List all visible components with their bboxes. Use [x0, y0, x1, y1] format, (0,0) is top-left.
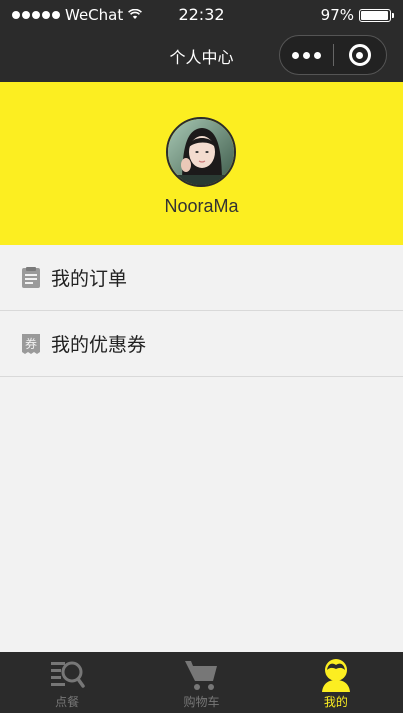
- username: NooraMa: [164, 196, 239, 216]
- tab-bar: 点餐 购物车 我的: [0, 652, 403, 713]
- battery-icon: [359, 8, 394, 22]
- tab-mine[interactable]: 我的: [269, 652, 403, 713]
- avatar-image: [168, 119, 234, 185]
- cart-icon: [185, 661, 218, 690]
- menu-list: 我的订单 券 我的优惠券: [0, 245, 403, 377]
- tab-label: 我的: [323, 695, 348, 709]
- miniprogram-capsule: [279, 35, 387, 75]
- more-dot-icon: [291, 51, 299, 59]
- coupon-badge: 券: [25, 336, 37, 351]
- menu-item-orders[interactable]: 我的订单: [0, 245, 403, 311]
- menu-item-label: 我的订单: [51, 268, 128, 290]
- target-icon: [348, 44, 371, 66]
- menu-search-icon: [51, 661, 85, 688]
- tab-label: 购物车: [183, 695, 220, 709]
- close-miniprogram-button[interactable]: [334, 44, 387, 66]
- status-right: 97%: [320, 6, 394, 24]
- menu-item-label: 我的优惠券: [51, 334, 147, 356]
- battery-percent: 97%: [320, 6, 354, 24]
- tab-label: 点餐: [55, 695, 80, 709]
- nav-bar: 个人中心: [0, 30, 403, 82]
- profile-header: NooraMa: [0, 82, 403, 245]
- status-bar: WeChat 22:32 97%: [0, 0, 403, 30]
- tab-cart[interactable]: 购物车: [134, 652, 268, 713]
- user-icon: [321, 659, 350, 692]
- tab-order[interactable]: 点餐: [0, 652, 134, 713]
- order-icon: [22, 266, 40, 288]
- avatar[interactable]: [166, 117, 236, 187]
- coupon-icon: 券: [22, 333, 40, 354]
- more-dot-icon: [302, 51, 310, 59]
- more-dot-icon: [313, 51, 321, 59]
- battery-fill: [361, 10, 389, 20]
- menu-item-coupons[interactable]: 券 我的优惠券: [0, 311, 403, 377]
- more-button[interactable]: [280, 51, 333, 59]
